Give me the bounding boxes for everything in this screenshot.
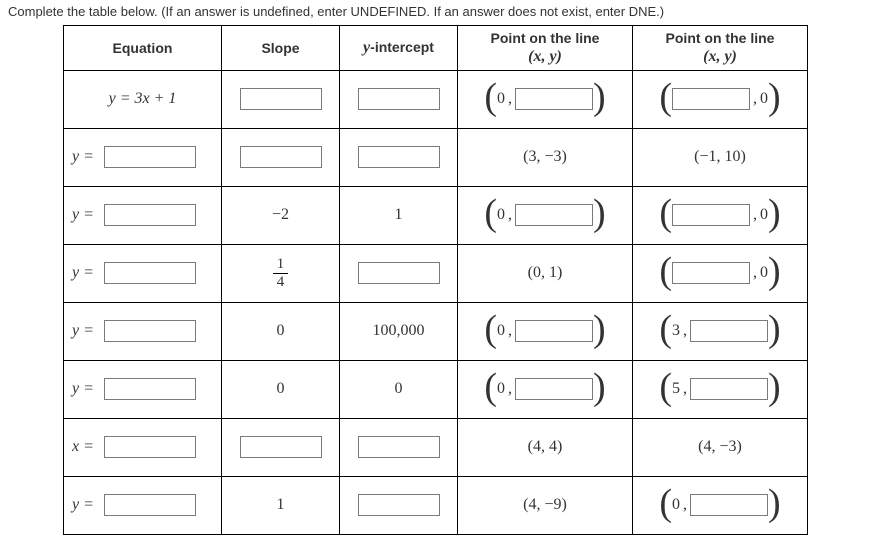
point1-static: (3, −3) [523,148,567,166]
point2: ( ,0 ) [659,88,780,110]
point1: ( 0, ) [484,204,605,226]
header-slope: Slope [222,26,340,71]
yint-input[interactable] [358,88,440,110]
point2: ( ,0 ) [659,204,780,226]
point2: ( 0, ) [659,494,780,516]
point2-static: (4, −3) [698,438,742,456]
instruction-text: Complete the table below. (If an answer … [8,4,881,19]
point2-y-input[interactable] [690,494,768,516]
point1: ( 0, ) [484,320,605,342]
table-row: x = (4, 4) (4, −3) [64,418,808,476]
point2-static: (−1, 10) [694,148,746,166]
equation-lhs: y = [72,264,94,282]
yint-static: 0 [395,380,403,398]
header-yintercept: y-intercept [340,26,458,71]
table-row: y = 0 0 ( 0, ) ( 5, ) [64,360,808,418]
point2: ( 5, ) [659,378,780,400]
equation-lhs: y = [72,496,94,514]
equation-lhs: y = [72,322,94,340]
slope-input[interactable] [240,88,322,110]
point1: ( 0, ) [484,88,605,110]
point2-x-input[interactable] [672,262,750,284]
equation-input[interactable] [104,436,196,458]
yint-input[interactable] [358,262,440,284]
table-row: y = 1 4 (0, 1) ( ,0 ) [64,244,808,302]
slope-static: 1 [277,496,285,514]
equation-input[interactable] [104,204,196,226]
point2-y-input[interactable] [690,378,768,400]
header-point2: Point on the line(x, y) [633,26,808,71]
point1: ( 0, ) [484,378,605,400]
yint-input[interactable] [358,146,440,168]
point1-y-input[interactable] [515,320,593,342]
equation-input[interactable] [104,378,196,400]
equation-lhs: y = [72,206,94,224]
slope-input[interactable] [240,436,322,458]
slope-static: 0 [277,380,285,398]
equation-input[interactable] [104,320,196,342]
equation-lhs: y = [72,380,94,398]
point1-y-input[interactable] [515,204,593,226]
equation-lhs: y = [72,148,94,166]
yint-static: 1 [395,206,403,224]
point1-static: (4, 4) [528,438,563,456]
point2: ( ,0 ) [659,262,780,284]
yint-input[interactable] [358,494,440,516]
table-row: y = −2 1 ( 0, ) ( ,0 ) [64,186,808,244]
equation-static: y = 3x + 1 [109,90,177,108]
equation-input[interactable] [104,494,196,516]
point1-y-input[interactable] [515,88,593,110]
table-row: y = (3, −3) (−1, 10) [64,128,808,186]
equation-table: Equation Slope y-intercept Point on the … [63,25,808,535]
point2-y-input[interactable] [690,320,768,342]
yint-input[interactable] [358,436,440,458]
point1-static: (4, −9) [523,496,567,514]
point2-x-input[interactable] [672,88,750,110]
point1-y-input[interactable] [515,378,593,400]
point1-static: (0, 1) [528,264,563,282]
table-row: y = 3x + 1 ( 0, ) ( ,0 ) [64,70,808,128]
table-row: y = 0 100,000 ( 0, ) ( 3, ) [64,302,808,360]
slope-input[interactable] [240,146,322,168]
point2-x-input[interactable] [672,204,750,226]
slope-static: 0 [277,322,285,340]
equation-input[interactable] [104,146,196,168]
table-row: y = 1 (4, −9) ( 0, ) [64,476,808,534]
header-point1: Point on the line(x, y) [458,26,633,71]
slope-fraction: 1 4 [273,257,289,290]
yint-static: 100,000 [373,322,425,340]
equation-lhs: x = [72,438,94,456]
point2: ( 3, ) [659,320,780,342]
slope-static: −2 [272,206,289,224]
equation-input[interactable] [104,262,196,284]
header-equation: Equation [64,26,222,71]
